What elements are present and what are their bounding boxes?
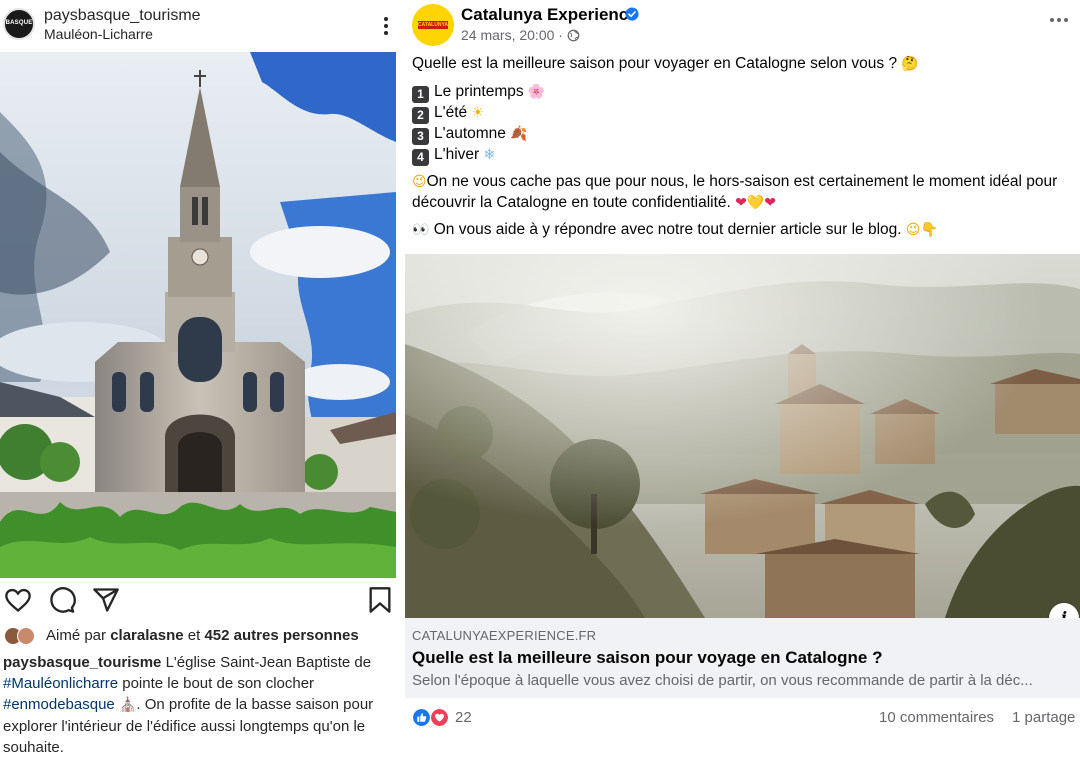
ig-action-bar xyxy=(0,586,396,616)
hearts-emoji: ❤💛❤ xyxy=(735,194,777,211)
hashtag-link[interactable]: #enmodebasque xyxy=(3,696,115,713)
ig-post-header: BASQUE paysbasque_tourisme Mauléon-Licha… xyxy=(0,0,396,52)
comments-count[interactable]: 10 commentaires xyxy=(879,709,994,726)
village-photo xyxy=(405,254,1080,618)
ig-post-photo[interactable] xyxy=(0,52,396,578)
church-emoji: ⛪ xyxy=(118,697,137,713)
number-badge-icon: 4 xyxy=(412,149,429,166)
caption-username[interactable]: paysbasque_tourisme xyxy=(3,654,161,671)
page-logo[interactable]: CATALUNYA xyxy=(412,4,454,46)
bookmark-icon[interactable] xyxy=(366,586,394,614)
paragraph-text: On vous aide à y répondre avec notre tou… xyxy=(429,221,906,238)
globe-icon xyxy=(567,29,580,42)
link-domain: CATALUNYAEXPERIENCE.FR xyxy=(412,628,597,643)
reactions-count[interactable]: 22 xyxy=(455,709,472,726)
panel-divider xyxy=(397,0,405,765)
heart-icon[interactable] xyxy=(4,586,32,614)
page-name[interactable]: Catalunya Experience xyxy=(461,5,638,25)
liker-username[interactable]: claralasne xyxy=(110,627,183,644)
logo-text: CATALUNYA xyxy=(418,22,448,28)
caption-text: L'église Saint-Jean Baptiste de xyxy=(161,654,372,671)
like-reaction-icon[interactable] xyxy=(412,708,431,727)
option-label: Le printemps xyxy=(434,83,528,100)
likes-prefix: Aimé par xyxy=(46,627,111,644)
post-question: Quelle est la meilleure saison pour voya… xyxy=(412,54,919,75)
caption-text: pointe le bout de son clocher xyxy=(118,675,315,692)
wink-pointing-emoji: 😉👇 xyxy=(905,222,938,238)
option-item: 3 L'automne 🍂 xyxy=(412,124,528,145)
number-badge-icon: 2 xyxy=(412,107,429,124)
verified-badge-icon xyxy=(625,7,639,21)
post-stats-bar: 22 10 commentaires 1 partage xyxy=(405,704,1080,734)
option-item: 4 L'hiver ❄ xyxy=(412,145,496,166)
post-paragraph: 👀 On vous aide à y répondre avec notre t… xyxy=(412,220,938,241)
comment-icon[interactable] xyxy=(48,586,76,614)
snowflake-emoji: ❄ xyxy=(483,147,496,163)
thinking-emoji: 🤔 xyxy=(901,56,919,72)
avatar xyxy=(17,627,35,645)
shares-count[interactable]: 1 partage xyxy=(1012,709,1075,726)
sun-emoji: ☀ xyxy=(471,105,484,121)
link-preview-card[interactable]: CATALUNYAEXPERIENCE.FR Quelle est la mei… xyxy=(405,618,1080,698)
option-item: 1 Le printemps 🌸 xyxy=(412,82,546,103)
church-photo xyxy=(0,52,396,578)
more-options-icon[interactable] xyxy=(376,14,396,38)
number-badge-icon: 3 xyxy=(412,128,429,145)
link-preview-image[interactable] xyxy=(405,254,1080,618)
option-label: L'automne xyxy=(434,125,511,142)
post-paragraph: 😉On ne vous cache pas que pour nous, le … xyxy=(412,172,1080,213)
wink-emoji: 😉 xyxy=(412,174,427,190)
blossom-emoji: 🌸 xyxy=(527,84,546,100)
likes-middle: et xyxy=(183,627,205,644)
option-label: L'été xyxy=(434,104,472,121)
hashtag-link[interactable]: #Mauléonlicharre xyxy=(3,675,118,692)
ig-location[interactable]: Mauléon-Licharre xyxy=(44,26,153,42)
eyes-emoji: 👀 xyxy=(412,222,430,238)
option-item: 2 L'été ☀ xyxy=(412,103,484,124)
ig-likes-row: Aimé par claralasne et 452 autres person… xyxy=(4,626,396,646)
leaves-emoji: 🍂 xyxy=(510,126,528,142)
ig-avatar[interactable]: BASQUE xyxy=(3,8,35,40)
link-description: Selon l'époque à laquelle vous avez choi… xyxy=(412,672,1033,689)
ig-username[interactable]: paysbasque_tourisme xyxy=(44,7,201,25)
more-options-icon[interactable] xyxy=(1048,18,1070,24)
likes-text: Aimé par claralasne et 452 autres person… xyxy=(46,627,359,644)
share-icon[interactable] xyxy=(92,586,120,614)
facebook-post: CATALUNYA Catalunya Experience 24 mars, … xyxy=(405,0,1080,765)
option-label: L'hiver xyxy=(434,146,484,163)
number-badge-icon: 1 xyxy=(412,86,429,103)
instagram-post: BASQUE paysbasque_tourisme Mauléon-Licha… xyxy=(0,0,396,765)
link-title[interactable]: Quelle est la meilleure saison pour voya… xyxy=(412,648,882,668)
post-timestamp[interactable]: 24 mars, 20:00 · xyxy=(461,27,563,43)
liker-avatars xyxy=(4,627,40,645)
ig-avatar-logo-text: BASQUE xyxy=(5,20,33,26)
love-reaction-icon[interactable] xyxy=(430,708,449,727)
ig-caption: paysbasque_tourisme L'église Saint-Jean … xyxy=(3,652,393,758)
likes-count[interactable]: 452 autres personnes xyxy=(204,627,358,644)
question-text: Quelle est la meilleure saison pour voya… xyxy=(412,55,902,72)
